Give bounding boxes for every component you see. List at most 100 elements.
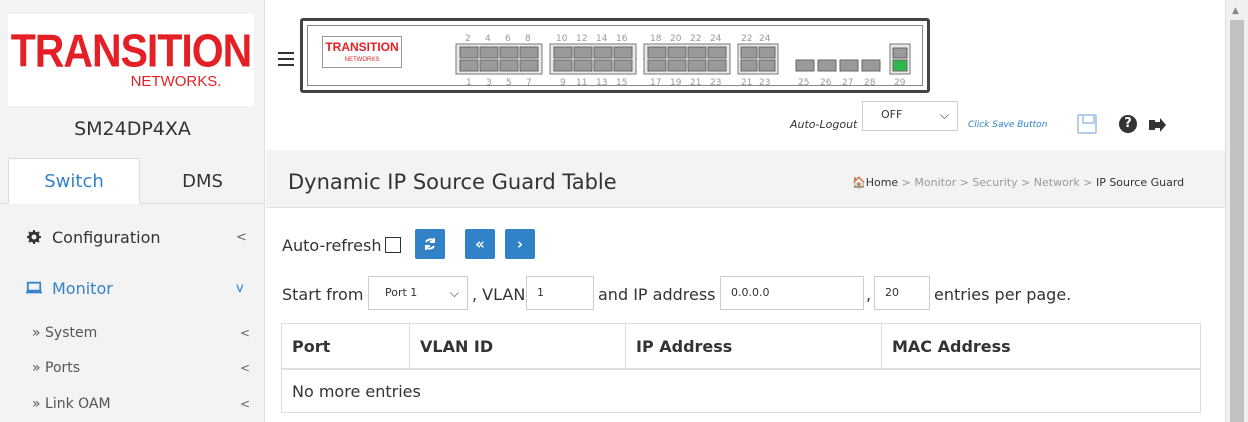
chevron-down-icon: ⌵ <box>939 108 949 122</box>
column-header-vlan-id: VLAN ID <box>410 324 626 370</box>
port-label: 29 <box>894 78 906 88</box>
port-label: 21 <box>690 78 701 88</box>
brand-logo: TRANSITION NETWORKS. <box>8 14 254 106</box>
mini-logo-subtitle: NETWORKS <box>344 57 380 63</box>
port-label: 27 <box>842 78 853 88</box>
sidebar-item-label: Monitor <box>52 278 113 298</box>
monitor-icon <box>26 280 42 296</box>
port-label: 20 <box>670 34 682 44</box>
comma-separator: , <box>866 285 872 304</box>
port-label: 13 <box>596 78 607 88</box>
refresh-button[interactable] <box>415 229 445 259</box>
start-from-label: Start from <box>282 285 364 304</box>
port-label: 10 <box>556 34 568 44</box>
port-label: 25 <box>798 78 809 88</box>
entries-per-page-input[interactable]: 20 <box>874 276 930 310</box>
port-label: 18 <box>650 34 662 44</box>
next-page-button[interactable]: › <box>505 229 535 259</box>
auto-refresh-checkbox[interactable] <box>385 237 402 253</box>
scroll-up-arrow-icon[interactable]: ▲ <box>1232 6 1239 16</box>
vertical-scrollbar[interactable]: ▲ <box>1225 0 1248 422</box>
port-grid: 2 4 6 8 10 12 14 16 18 20 22 24 22 24 1 … <box>455 34 911 88</box>
table-header-row: Port VLAN ID IP Address MAC Address <box>282 324 1200 370</box>
port-label: 24 <box>759 34 771 44</box>
chevron-down-icon: v <box>236 280 244 296</box>
app-root: TRANSITION NETWORKS. SM24DP4XA Switch DM… <box>0 0 1248 422</box>
sidebar-tabs: Switch DMS <box>0 158 265 204</box>
chevron-left-icon: < <box>240 326 251 340</box>
sidebar-subitem-label: » Ports <box>32 360 81 376</box>
hamburger-menu-icon[interactable] <box>278 52 294 68</box>
mini-logo-wordmark: TRANSITION <box>325 40 399 54</box>
vlan-input[interactable]: 1 <box>526 276 594 310</box>
chevron-left-icon: < <box>240 361 251 375</box>
sidebar-subitem-label: » System <box>32 325 98 341</box>
port-label: 6 <box>505 34 511 44</box>
sidebar-item-configuration[interactable]: Configuration < <box>0 222 265 252</box>
port-label: 23 <box>759 78 770 88</box>
auto-logout-label: Auto-Logout <box>790 118 858 131</box>
logout-icon[interactable] <box>1149 117 1167 133</box>
sidebar-item-monitor[interactable]: Monitor v <box>0 273 265 303</box>
port-select[interactable]: Port 1 ⌵ <box>368 276 468 310</box>
table-empty-message: No more entries <box>292 382 421 401</box>
breadcrumb-home[interactable]: Home <box>866 176 898 189</box>
port-label: 4 <box>485 34 491 44</box>
port-label: 15 <box>616 78 627 88</box>
port-label: 8 <box>525 34 531 44</box>
column-header-mac-address: MAC Address <box>892 337 1011 356</box>
gear-icon <box>26 229 42 245</box>
chevron-down-icon: ⌵ <box>449 286 459 300</box>
ip-source-guard-table: Port VLAN ID IP Address MAC Address No m… <box>281 323 1201 413</box>
port-select-value: Port 1 <box>385 286 418 299</box>
port-label: 9 <box>560 78 566 88</box>
column-header-ip-address: IP Address <box>626 324 882 370</box>
port-label: 11 <box>576 78 587 88</box>
first-page-button[interactable]: « <box>465 229 495 259</box>
port-label: 28 <box>864 78 876 88</box>
port-label: 24 <box>710 34 722 44</box>
port-label: 19 <box>670 78 682 88</box>
home-icon[interactable]: 🏠 <box>852 176 866 189</box>
port-label: 22 <box>690 34 701 44</box>
sidebar-subitem-system[interactable]: » System < <box>0 320 265 346</box>
tab-dms[interactable]: DMS <box>140 158 265 204</box>
port-label: 23 <box>710 78 721 88</box>
auto-logout-value: OFF <box>881 108 903 121</box>
port-label: 22 <box>741 34 752 44</box>
save-icon[interactable] <box>1077 114 1097 134</box>
sidebar-subitem-label: » Link OAM <box>32 396 111 412</box>
scrollbar-thumb[interactable] <box>1230 20 1244 422</box>
port-label: 17 <box>650 78 661 88</box>
logo-wordmark: TRANSITION <box>10 24 253 77</box>
port-label: 21 <box>741 78 752 88</box>
chevron-left-icon: < <box>240 397 251 411</box>
port-label: 5 <box>506 78 512 88</box>
port-label: 26 <box>820 78 832 88</box>
auto-logout-select[interactable]: OFF ⌵ <box>862 101 958 131</box>
sidebar-subitem-ports[interactable]: » Ports < <box>0 355 265 381</box>
breadcrumb: 🏠Home > Monitor > Security > Network > I… <box>852 176 1184 189</box>
sidebar: TRANSITION NETWORKS. SM24DP4XA Switch DM… <box>0 0 265 422</box>
ip-address-input[interactable]: 0.0.0.0 <box>720 276 864 310</box>
chevron-left-icon: < <box>236 229 247 245</box>
breadcrumb-current: IP Source Guard <box>1095 176 1185 189</box>
port-label: 14 <box>596 34 608 44</box>
port-label: 7 <box>526 78 532 88</box>
device-front-panel: TRANSITION NETWORKS 2 4 6 8 10 12 14 16 … <box>300 18 930 93</box>
page-title: Dynamic IP Source Guard Table <box>288 170 617 194</box>
breadcrumb-path: > Monitor > Security > Network > <box>898 176 1096 189</box>
sidebar-subitem-link-oam[interactable]: » Link OAM < <box>0 391 265 417</box>
tab-switch[interactable]: Switch <box>8 158 140 204</box>
column-header-port: Port <box>282 324 410 370</box>
port-label: 1 <box>466 78 472 88</box>
ip-address-label: and IP address <box>598 285 716 304</box>
port-label: 3 <box>486 78 492 88</box>
help-icon[interactable]: ? <box>1119 115 1137 133</box>
vlan-label: , VLAN <box>472 285 526 304</box>
entries-per-page-label: entries per page. <box>934 285 1072 304</box>
auto-refresh-row: Auto-refresh <box>282 230 402 260</box>
sidebar-item-label: Configuration <box>52 227 161 247</box>
port-label: 12 <box>576 34 587 44</box>
port-label: 2 <box>465 34 471 44</box>
